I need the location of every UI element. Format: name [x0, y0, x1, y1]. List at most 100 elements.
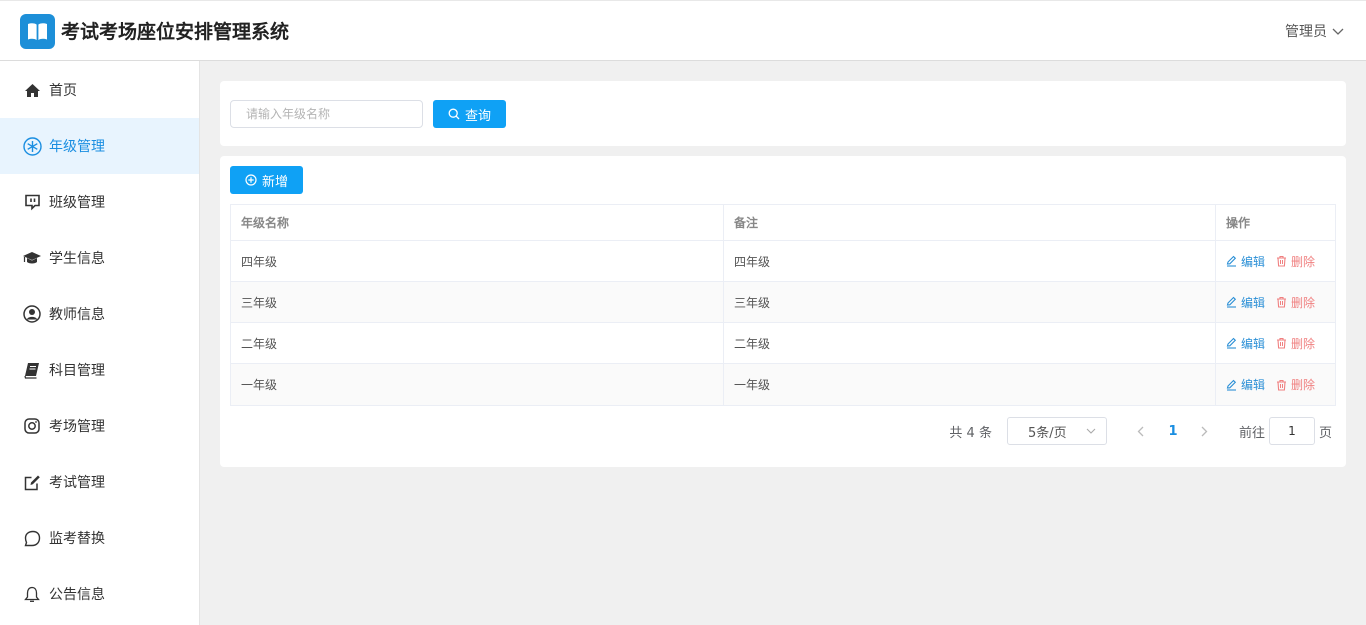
- edit-label: 编辑: [1241, 295, 1266, 310]
- total-count: 共 4 条: [949, 425, 992, 441]
- edit-label: 编辑: [1241, 254, 1266, 269]
- pencil-icon: [1226, 296, 1237, 308]
- pencil-icon: [1226, 379, 1237, 391]
- column-header-remark: 备注: [724, 205, 1216, 240]
- grade-table-panel: 新增 年级名称 备注 操作 四年级 四年级 编辑 删除 三年级 三年级 编辑 删…: [220, 156, 1346, 467]
- remark-cell: 四年级: [724, 241, 1216, 281]
- grade-name-cell: 二年级: [231, 323, 724, 363]
- page-suffix: 页: [1318, 425, 1332, 441]
- table-row: 三年级 三年级 编辑 删除: [231, 282, 1335, 323]
- user-name: 管理员: [1285, 24, 1327, 40]
- edit-button[interactable]: 编辑: [1226, 335, 1265, 352]
- search-icon: [448, 108, 460, 120]
- page-size-value: 5条/页: [1027, 425, 1067, 441]
- home-icon: [22, 80, 42, 100]
- remark-cell: 三年级: [724, 282, 1216, 322]
- delete-button[interactable]: 删除: [1276, 376, 1315, 393]
- plus-circle-icon: [245, 174, 257, 186]
- chat-box-icon: [22, 192, 42, 212]
- actions-cell: 编辑 删除: [1216, 282, 1335, 322]
- search-button[interactable]: 查询: [433, 100, 506, 128]
- user-circle-icon: [22, 304, 42, 324]
- app-title: 考试考场座位安排管理系统: [61, 21, 290, 43]
- sidebar-item-label: 考试管理: [49, 475, 105, 491]
- speech-bubble-icon: [22, 528, 42, 548]
- camera-icon: [22, 416, 42, 436]
- top-header: 考试考场座位安排管理系统 管理员: [0, 0, 1366, 61]
- delete-button[interactable]: 删除: [1276, 335, 1315, 352]
- column-header-grade-name: 年级名称: [231, 205, 724, 240]
- sidebar-item-invigilator[interactable]: 监考替换: [0, 510, 199, 566]
- user-menu[interactable]: 管理员: [1285, 22, 1344, 42]
- column-header-actions: 操作: [1226, 216, 1251, 230]
- jump-label: 前往: [1238, 425, 1265, 441]
- sidebar: 首页 年级管理 班级管理 学生信息 教师信息 科目管理 考场管理 考试管理 监考…: [0, 61, 200, 625]
- remark-cell: 二年级: [724, 323, 1216, 363]
- sidebar-item-label: 公告信息: [49, 587, 105, 603]
- trash-icon: [1277, 255, 1287, 267]
- actions-cell: 编辑 删除: [1216, 364, 1335, 405]
- sidebar-item-label: 考场管理: [49, 419, 105, 435]
- bell-icon: [22, 584, 42, 604]
- grade-name-cell: 四年级: [231, 241, 724, 281]
- sidebar-item-grade[interactable]: 年级管理: [0, 118, 199, 174]
- edit-button[interactable]: 编辑: [1226, 294, 1265, 311]
- grade-table: 年级名称 备注 操作 四年级 四年级 编辑 删除 三年级 三年级 编辑 删除 二…: [230, 204, 1336, 406]
- grade-name-search-input[interactable]: [230, 100, 423, 128]
- actions-cell: 编辑 删除: [1216, 241, 1335, 281]
- remark-cell: 一年级: [724, 364, 1216, 405]
- sidebar-item-student[interactable]: 学生信息: [0, 230, 199, 286]
- sidebar-item-label: 年级管理: [49, 139, 105, 155]
- table-row: 二年级 二年级 编辑 删除: [231, 323, 1335, 364]
- sidebar-item-class[interactable]: 班级管理: [0, 174, 199, 230]
- sidebar-item-notice[interactable]: 公告信息: [0, 566, 199, 622]
- delete-button[interactable]: 删除: [1276, 294, 1315, 311]
- edit-label: 编辑: [1241, 378, 1266, 392]
- snowflake-icon: [22, 136, 42, 156]
- pagination: 共 4 条 5条/页 1 前往 页: [949, 417, 1332, 445]
- chevron-down-icon: [1332, 28, 1344, 35]
- sidebar-item-teacher[interactable]: 教师信息: [0, 286, 199, 342]
- chevron-left-icon: [1138, 426, 1144, 436]
- sidebar-item-label: 科目管理: [49, 363, 105, 379]
- graduation-cap-icon: [22, 248, 42, 268]
- trash-icon: [1277, 379, 1287, 391]
- page-number-current[interactable]: 1: [1155, 424, 1191, 439]
- app-logo: [20, 14, 55, 49]
- trash-icon: [1277, 296, 1287, 308]
- add-grade-button[interactable]: 新增: [230, 166, 303, 194]
- sidebar-item-label: 监考替换: [49, 531, 105, 547]
- edit-button[interactable]: 编辑: [1226, 376, 1265, 393]
- sidebar-item-label: 教师信息: [49, 307, 105, 323]
- grade-name-cell: 一年级: [231, 364, 724, 405]
- book-icon: [22, 360, 42, 380]
- edit-label: 编辑: [1241, 336, 1266, 351]
- sidebar-item-label: 学生信息: [49, 251, 105, 267]
- edit-icon: [22, 472, 42, 492]
- pencil-icon: [1226, 337, 1237, 349]
- sidebar-item-exam-room[interactable]: 考场管理: [0, 398, 199, 454]
- delete-button[interactable]: 删除: [1276, 253, 1315, 270]
- sidebar-item-label: 班级管理: [49, 195, 105, 211]
- table-row: 四年级 四年级 编辑 删除: [231, 241, 1335, 282]
- edit-button[interactable]: 编辑: [1226, 253, 1265, 270]
- table-row: 一年级 一年级 编辑 删除: [231, 364, 1335, 405]
- sidebar-item-label: 首页: [49, 83, 77, 99]
- sidebar-item-subject[interactable]: 科目管理: [0, 342, 199, 398]
- delete-label: 删除: [1291, 254, 1316, 269]
- chevron-down-icon: [1086, 428, 1096, 434]
- table-header-row: 年级名称 备注 操作: [231, 205, 1335, 241]
- grade-name-cell: 三年级: [231, 282, 724, 322]
- actions-cell: 编辑 删除: [1216, 323, 1335, 363]
- delete-label: 删除: [1291, 336, 1316, 351]
- page-size-select[interactable]: 5条/页: [1006, 417, 1107, 445]
- chevron-right-icon: [1202, 426, 1208, 436]
- next-page-button[interactable]: [1191, 417, 1219, 445]
- pencil-icon: [1226, 255, 1237, 267]
- prev-page-button[interactable]: [1127, 417, 1155, 445]
- jump-page-input[interactable]: [1268, 417, 1315, 445]
- book-open-icon: [28, 23, 47, 40]
- sidebar-item-home[interactable]: 首页: [0, 62, 199, 118]
- sidebar-item-exam[interactable]: 考试管理: [0, 454, 199, 510]
- add-button-label: 新增: [261, 174, 288, 190]
